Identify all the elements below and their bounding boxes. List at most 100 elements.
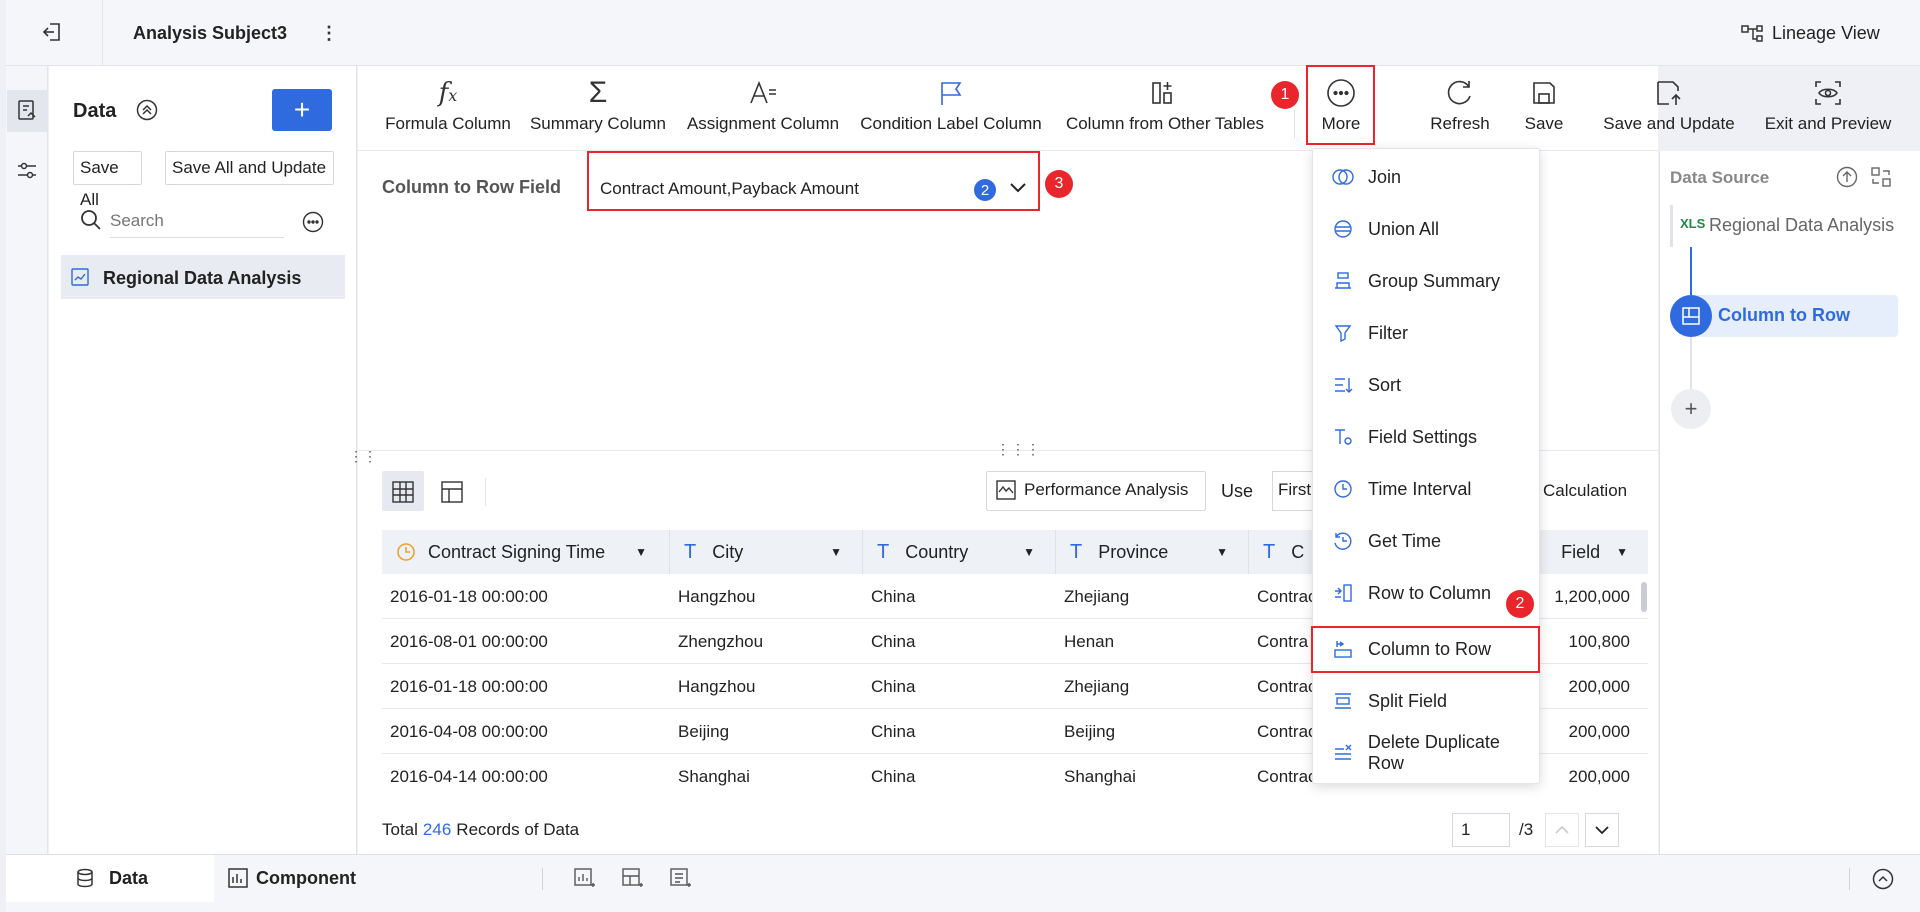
horizontal-drag-handle[interactable]: ⋮⋮⋮ bbox=[996, 441, 1041, 458]
page-input[interactable]: 1 bbox=[1452, 813, 1510, 847]
menu-item-sort[interactable]: Sort bbox=[1312, 359, 1540, 411]
field-select-value: Contract Amount,Payback Amount bbox=[600, 179, 859, 198]
column-to-row-node-label: Column to Row bbox=[1718, 305, 1850, 325]
page-down-button[interactable] bbox=[1585, 813, 1619, 847]
menu-item-join[interactable]: Join bbox=[1312, 151, 1540, 203]
calculation-label: Calculation bbox=[1543, 481, 1628, 500]
grid-view-icon[interactable] bbox=[392, 481, 414, 503]
performance-icon bbox=[996, 480, 1016, 500]
exit-and-preview-button[interactable]: Exit and Preview bbox=[1758, 74, 1898, 134]
column-header[interactable]: Contract Signing Time ▼ bbox=[382, 530, 670, 574]
exit-icon[interactable] bbox=[40, 20, 64, 44]
menu-item-filter[interactable]: Filter bbox=[1312, 307, 1540, 359]
save-icon bbox=[1530, 74, 1558, 112]
sort-caret-icon[interactable]: ▼ bbox=[1023, 545, 1035, 559]
tab-data-label: Data bbox=[109, 868, 149, 888]
menu-item-column-to-row[interactable]: Column to Row bbox=[1312, 623, 1540, 675]
save-all-button[interactable]: Save All bbox=[73, 151, 142, 209]
first-select-value: First bbox=[1278, 480, 1312, 499]
menu-item-union-all[interactable]: Union All bbox=[1312, 203, 1540, 255]
more-options-icon[interactable] bbox=[302, 211, 324, 233]
row-to-column-icon bbox=[1328, 583, 1358, 603]
add-button[interactable]: + bbox=[272, 89, 332, 131]
add-step-button[interactable]: + bbox=[1671, 389, 1711, 429]
column-to-row-node-icon bbox=[1670, 295, 1712, 337]
search-icon bbox=[80, 209, 102, 231]
column-header[interactable]: T City ▼ bbox=[670, 530, 863, 574]
collapse-up-icon[interactable] bbox=[1872, 868, 1894, 890]
menu-item-split-field[interactable]: Split Field bbox=[1312, 675, 1540, 727]
collapse-up-icon[interactable] bbox=[136, 99, 158, 121]
vertical-drag-handle[interactable]: ⋮⋮ bbox=[349, 448, 377, 465]
assignment-column-button[interactable]: Assignment Column bbox=[680, 74, 846, 134]
union-icon bbox=[1328, 219, 1358, 239]
menu-item-get-time[interactable]: Get Time bbox=[1312, 515, 1540, 567]
save-and-update-button[interactable]: Save and Update bbox=[1596, 74, 1742, 134]
column-to-row-field-label: Column to Row Field bbox=[382, 177, 561, 197]
step-badge-2: 2 bbox=[1506, 590, 1534, 618]
records-count: Total 246 Records of Data bbox=[382, 820, 580, 839]
column-from-other-tables-button[interactable]: Column from Other Tables bbox=[1058, 74, 1272, 134]
upload-icon[interactable] bbox=[1836, 166, 1858, 188]
sort-caret-icon[interactable]: ▼ bbox=[830, 545, 842, 559]
field-count-badge: 2 bbox=[974, 179, 996, 201]
layout-view-icon[interactable] bbox=[441, 481, 463, 503]
more-button[interactable]: More bbox=[1308, 74, 1374, 134]
search-input[interactable] bbox=[110, 204, 284, 238]
dataset-icon[interactable] bbox=[16, 98, 38, 122]
menu-item-delete-duplicate-row[interactable]: Delete Duplicate Row bbox=[1312, 727, 1540, 779]
refresh-button[interactable]: Refresh bbox=[1418, 74, 1502, 134]
sort-caret-icon[interactable]: ▼ bbox=[1216, 545, 1228, 559]
switch-icon[interactable] bbox=[1870, 166, 1892, 188]
sort-caret-icon[interactable]: ▼ bbox=[1616, 545, 1628, 559]
join-icon bbox=[1328, 168, 1358, 186]
menu-item-field-settings[interactable]: Field Settings bbox=[1312, 411, 1540, 463]
chevron-down-icon[interactable] bbox=[1009, 181, 1027, 195]
table-scrollbar[interactable] bbox=[1641, 582, 1647, 612]
summary-column-button[interactable]: Σ Summary Column bbox=[524, 74, 672, 134]
settings-sliders-icon[interactable] bbox=[16, 160, 38, 182]
database-icon bbox=[76, 868, 94, 888]
add-chart-icon[interactable] bbox=[574, 868, 596, 890]
group-summary-icon bbox=[1328, 271, 1358, 291]
save-button[interactable]: Save bbox=[1514, 74, 1574, 134]
divider bbox=[485, 478, 486, 506]
left-rail bbox=[6, 66, 48, 854]
divider bbox=[1849, 868, 1850, 890]
menu-item-row-to-column[interactable]: Row to Column bbox=[1312, 567, 1540, 619]
use-label: Use bbox=[1221, 481, 1254, 501]
formula-column-button[interactable]: fx Formula Column bbox=[378, 74, 518, 134]
add-dashboard-icon[interactable] bbox=[622, 868, 644, 890]
component-icon bbox=[228, 868, 248, 888]
flow-connector bbox=[1690, 247, 1692, 297]
clock-icon bbox=[396, 542, 416, 562]
source-node-1-label: Regional Data Analysis bbox=[1709, 215, 1895, 235]
lineage-icon bbox=[1740, 22, 1764, 44]
menu-item-group-summary[interactable]: Group Summary bbox=[1312, 255, 1540, 307]
add-report-icon[interactable] bbox=[670, 868, 692, 890]
toolbar-divider bbox=[1294, 110, 1295, 138]
page-up-button[interactable] bbox=[1545, 813, 1579, 847]
lineage-view-button[interactable]: Lineage View bbox=[1772, 23, 1880, 44]
save-all-update-button[interactable]: Save All and Update bbox=[165, 151, 334, 185]
column-header[interactable]: T Province ▼ bbox=[1056, 530, 1249, 574]
columns-add-icon bbox=[1150, 74, 1180, 112]
field-settings-icon bbox=[1328, 427, 1358, 447]
time-interval-icon bbox=[1328, 479, 1358, 499]
top-bar bbox=[6, 0, 1920, 66]
column-header[interactable]: T Country ▼ bbox=[863, 530, 1056, 574]
tab-component-label[interactable]: Component bbox=[256, 868, 356, 889]
delete-duplicate-icon bbox=[1328, 743, 1358, 763]
text-type-icon: T bbox=[877, 540, 890, 563]
split-field-icon bbox=[1328, 691, 1358, 711]
fx-icon: fx bbox=[438, 78, 458, 108]
chevron-down-icon bbox=[1595, 826, 1609, 835]
sigma-icon: Σ bbox=[588, 76, 608, 109]
title-menu-icon[interactable]: ⋮ bbox=[320, 23, 338, 44]
text-type-icon: T bbox=[1263, 540, 1276, 563]
performance-analysis-label: Performance Analysis bbox=[1024, 480, 1189, 499]
filter-icon bbox=[1328, 324, 1358, 342]
condition-label-column-button[interactable]: Condition Label Column bbox=[853, 74, 1049, 134]
sort-caret-icon[interactable]: ▼ bbox=[635, 545, 647, 559]
menu-item-time-interval[interactable]: Time Interval bbox=[1312, 463, 1540, 515]
